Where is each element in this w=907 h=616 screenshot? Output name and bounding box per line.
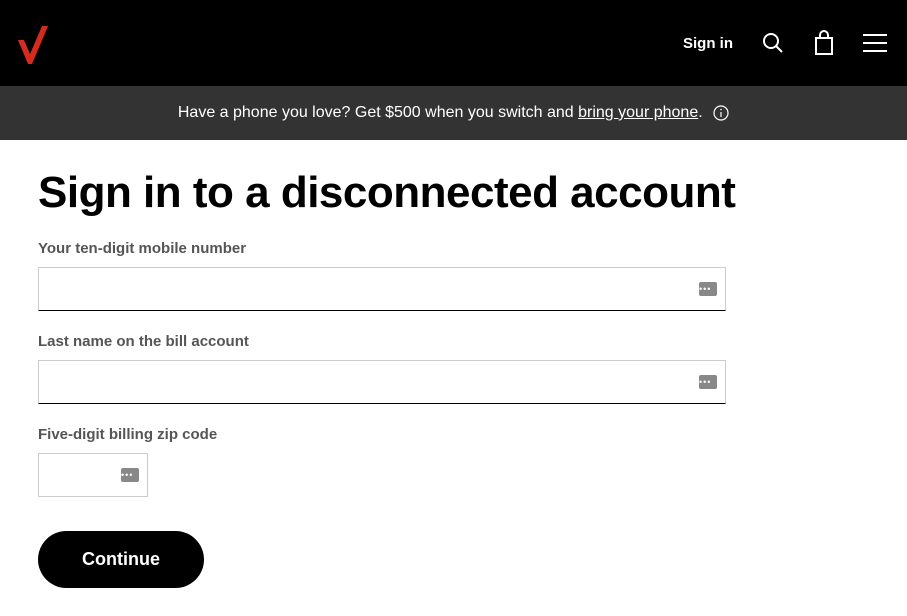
promo-banner: Have a phone you love? Get $500 when you… [0,86,907,140]
main-content: Sign in to a disconnected account Your t… [0,140,907,616]
autofill-icon: ••• [699,282,717,296]
promo-text-before: Have a phone you love? Get $500 when you… [178,104,578,121]
lastname-group: Last name on the bill account ••• [38,333,726,404]
header-right: Sign in [683,30,887,56]
search-icon[interactable] [761,31,785,55]
lastname-input[interactable] [39,361,725,403]
page-title: Sign in to a disconnected account [38,168,869,218]
shopping-bag-icon[interactable] [813,30,835,56]
verizon-logo[interactable] [12,20,54,75]
mobile-number-input-wrap: ••• [38,267,726,311]
sign-in-link[interactable]: Sign in [683,35,733,52]
continue-button[interactable]: Continue [38,531,204,588]
autofill-icon: ••• [121,468,139,482]
lastname-label: Last name on the bill account [38,333,726,350]
promo-text-after: . [698,104,702,121]
mobile-number-group: Your ten-digit mobile number ••• [38,240,726,311]
zip-input-wrap: ••• [38,453,148,497]
mobile-number-input[interactable] [39,268,725,310]
site-header: Sign in [0,0,907,86]
autofill-icon: ••• [699,375,717,389]
mobile-number-label: Your ten-digit mobile number [38,240,726,257]
zip-group: Five-digit billing zip code ••• [38,426,148,497]
promo-link[interactable]: bring your phone [578,104,698,121]
lastname-input-wrap: ••• [38,360,726,404]
menu-icon[interactable] [863,34,887,52]
zip-label: Five-digit billing zip code [38,426,148,443]
info-icon[interactable] [713,105,729,121]
